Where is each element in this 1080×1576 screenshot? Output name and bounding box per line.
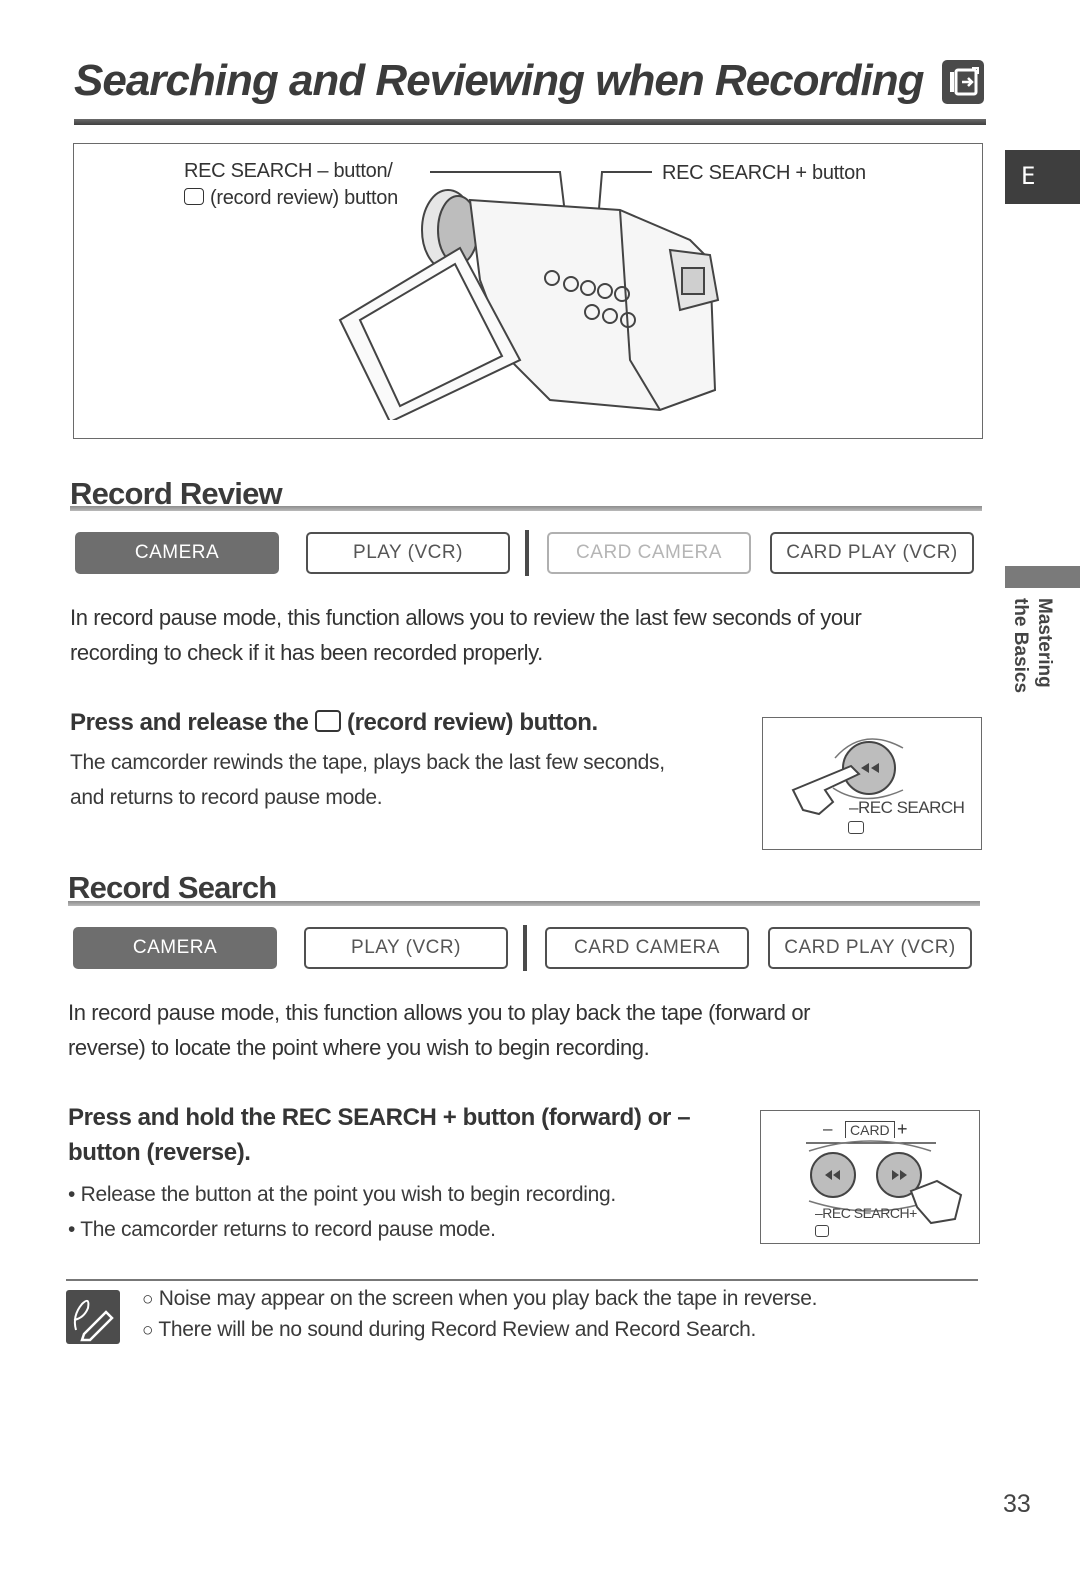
bullet-item: • Release the button at the point you wi… — [68, 1183, 617, 1206]
record-review-description: In record pause mode, this function allo… — [70, 600, 862, 670]
camera-mode-icon — [942, 60, 984, 104]
note-text: There will be no sound during Record Rev… — [158, 1318, 757, 1341]
illustration-label: –REC SEARCH — [849, 798, 965, 818]
record-review-step-heading: Press and release the (record review) bu… — [70, 705, 598, 740]
step-text-line: and returns to record pause mode. — [70, 786, 383, 809]
record-review-icon — [314, 710, 341, 732]
page-title: Searching and Reviewing when Recording — [74, 56, 924, 105]
rec-search-minus-illustration: –REC SEARCH — [762, 717, 982, 850]
mode-play-vcr: PLAY (VCR) — [304, 927, 508, 969]
mode-card-play-vcr: CARD PLAY (VCR) — [770, 532, 974, 574]
step-heading-line: button (reverse). — [68, 1139, 251, 1166]
minus-sign: – — [849, 798, 858, 817]
description-line: recording to check if it has been record… — [70, 640, 543, 665]
mode-separator — [525, 530, 529, 576]
camcorder-illustration — [338, 171, 720, 420]
pencil-note-icon — [66, 1290, 120, 1344]
chapter-line-2: the Basics — [1010, 598, 1031, 694]
title-rule — [74, 119, 986, 125]
mode-card-camera: CARD CAMERA — [545, 927, 749, 969]
mode-camera: CAMERA — [73, 927, 277, 969]
note-bullet: ○ — [142, 1289, 154, 1310]
bullet-text: The camcorder returns to record pause mo… — [80, 1218, 496, 1241]
chapter-line-1: Mastering — [1034, 598, 1055, 688]
record-review-step-text: The camcorder rewinds the tape, plays ba… — [70, 745, 665, 815]
description-line: reverse) to locate the point where you w… — [68, 1035, 650, 1060]
record-search-bullets: • Release the button at the point you wi… — [68, 1177, 616, 1247]
step-text-line: The camcorder rewinds the tape, plays ba… — [70, 751, 665, 774]
note-item: ○ There will be no sound during Record R… — [142, 1318, 756, 1342]
mode-card-play-vcr: CARD PLAY (VCR) — [768, 927, 972, 969]
rec-search-plus-illustration: – CARD + –REC SEARCH+ — [760, 1110, 980, 1244]
record-review-small-icon — [815, 1225, 829, 1237]
bullet-item: • The camcorder returns to record pause … — [68, 1218, 496, 1241]
language-tab: E — [1005, 150, 1080, 204]
section-rule — [68, 901, 980, 906]
step-heading-text: (record review) button. — [346, 709, 598, 736]
note-bullet: ○ — [142, 1320, 154, 1341]
record-review-icon — [184, 188, 204, 205]
step-heading-text: Press and release the — [70, 709, 309, 736]
record-search-step-heading: Press and hold the REC SEARCH + button (… — [68, 1100, 691, 1170]
mode-play-vcr: PLAY (VCR) — [306, 532, 510, 574]
rewind-fast-forward-buttons-icon — [806, 1140, 963, 1225]
record-review-small-icon — [848, 821, 864, 834]
plus-sign: + — [909, 1205, 917, 1221]
mode-camera: CAMERA — [75, 532, 279, 574]
chapter-tab-marker — [1005, 566, 1080, 588]
note-item: ○ Noise may appear on the screen when yo… — [142, 1287, 817, 1311]
page-number: 33 — [1003, 1490, 1031, 1518]
hand-pressing-button-icon — [791, 738, 904, 816]
step-heading-line: Press and hold the REC SEARCH + button (… — [68, 1104, 691, 1131]
record-search-description: In record pause mode, this function allo… — [68, 995, 810, 1065]
note-text: Noise may appear on the screen when you … — [158, 1287, 818, 1310]
illustration-label: –REC SEARCH+ — [815, 1205, 917, 1221]
description-line: In record pause mode, this function allo… — [70, 605, 862, 630]
language-tab-label: E — [1021, 162, 1036, 190]
notes-rule — [66, 1279, 978, 1281]
rec-search-label: REC SEARCH — [857, 798, 965, 817]
section-rule — [70, 506, 982, 511]
rec-search-label: REC SEARCH — [822, 1205, 910, 1221]
mode-separator — [523, 925, 527, 971]
bullet-text: Release the button at the point you wish… — [80, 1183, 617, 1206]
mode-card-camera: CARD CAMERA — [547, 532, 751, 574]
description-line: In record pause mode, this function allo… — [68, 1000, 811, 1025]
chapter-tab-label: Mastering the Basics — [1004, 598, 1056, 710]
